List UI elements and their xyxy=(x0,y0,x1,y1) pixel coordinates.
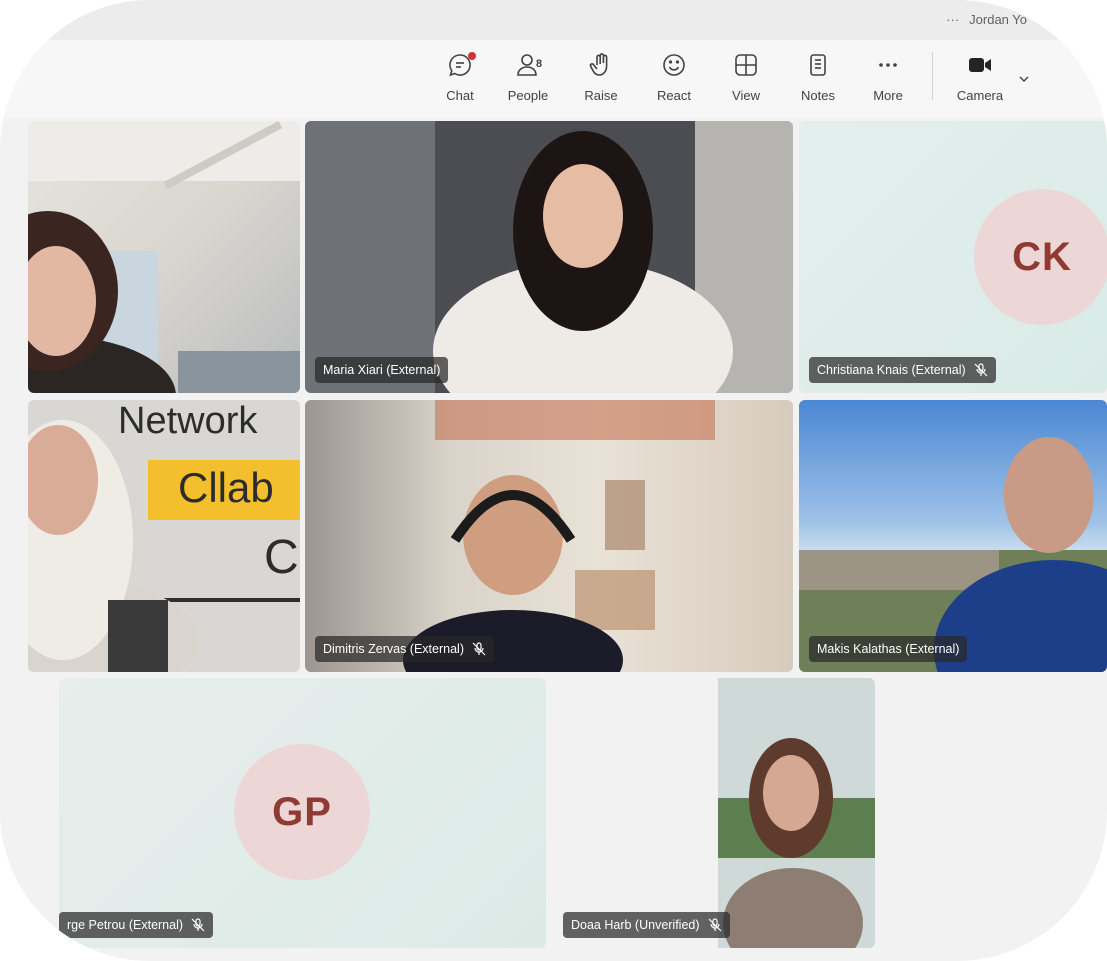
raise-hand-icon xyxy=(589,53,608,76)
participant-video-2 xyxy=(305,121,793,393)
participant-name: Dimitris Zervas (External) xyxy=(323,642,464,656)
participant-video-8 xyxy=(718,678,875,948)
participant-tile-1[interactable] xyxy=(28,121,300,393)
raise-hand-button[interactable]: Raise xyxy=(573,52,629,108)
smiley-icon xyxy=(663,54,685,76)
react-button[interactable]: React xyxy=(646,52,702,108)
background-text-collab: Cllab xyxy=(178,464,274,511)
participant-name: Maria Xiari (External) xyxy=(323,363,441,377)
participant-name: Christiana Knais (External) xyxy=(817,363,966,377)
camera-icon xyxy=(969,58,991,72)
more-button[interactable]: More xyxy=(860,52,916,108)
mic-off-icon xyxy=(708,918,721,932)
view-label: View xyxy=(732,88,760,103)
notes-icon xyxy=(810,54,826,76)
participant-name-tag: Dimitris Zervas (External) xyxy=(315,636,494,662)
participant-tile-2[interactable]: Maria Xiari (External) xyxy=(305,121,793,393)
people-count: 8 xyxy=(536,58,543,70)
participant-tile-3[interactable]: CK Christiana Knais (External) xyxy=(799,121,1107,393)
react-label: React xyxy=(657,88,691,103)
toolbar-divider xyxy=(932,52,933,100)
participant-tile-6[interactable]: Makis Kalathas (External) xyxy=(799,400,1107,672)
view-button[interactable]: View xyxy=(718,52,774,108)
notes-label: Notes xyxy=(801,88,835,103)
user-name[interactable]: Jordan Yo xyxy=(969,12,1027,27)
meeting-toolbar: Chat 8 People Raise React View Notes Mor… xyxy=(0,40,1107,118)
participant-tile-7[interactable]: GP rge Petrou (External) xyxy=(59,678,546,948)
participant-tile-5[interactable]: Dimitris Zervas (External) xyxy=(305,400,793,672)
avatar: CK xyxy=(974,189,1107,325)
chat-label: Chat xyxy=(446,88,474,103)
participant-name-tag: rge Petrou (External) xyxy=(59,912,214,938)
participant-video-1 xyxy=(28,121,300,393)
avatar: GP xyxy=(234,744,370,880)
participant-tile-8[interactable]: Doaa Harb (Unverified) xyxy=(553,678,875,948)
notes-button[interactable]: Notes xyxy=(790,52,846,108)
camera-label: Camera xyxy=(956,88,1004,103)
mic-off-icon xyxy=(191,918,205,932)
participant-name: Doaa Harb (Unverified) xyxy=(571,918,700,932)
more-dots-icon xyxy=(879,63,897,67)
participant-video-6 xyxy=(799,437,1107,672)
background-text-c: C xyxy=(264,531,299,584)
notification-dot xyxy=(468,52,476,60)
more-label: More xyxy=(873,88,903,103)
participant-tile-4[interactable]: Network Cllab C xyxy=(28,400,300,672)
participant-name-tag: Doaa Harb (Unverified) xyxy=(563,912,730,938)
people-button[interactable]: 8 People xyxy=(500,52,556,108)
participant-name-tag: Maria Xiari (External) xyxy=(315,357,449,383)
participant-name: Makis Kalathas (External) xyxy=(817,642,960,656)
participant-video-5 xyxy=(403,400,715,672)
more-options-icon[interactable]: ··· xyxy=(946,12,959,27)
user-area: ··· Jordan Yo xyxy=(946,12,1027,27)
meeting-window: ··· Jordan Yo Chat 8 People Raise React … xyxy=(0,0,1107,961)
title-bar: ··· Jordan Yo xyxy=(0,0,1107,41)
chat-button[interactable]: Chat xyxy=(432,52,488,108)
mic-off-icon xyxy=(974,363,988,377)
mic-off-icon xyxy=(472,642,486,656)
participant-name-tag: Christiana Knais (External) xyxy=(809,357,996,383)
grid-view-icon xyxy=(735,54,757,76)
raise-label: Raise xyxy=(584,88,618,103)
background-text-network: Network xyxy=(118,400,258,442)
participant-name-tag: Makis Kalathas (External) xyxy=(809,636,968,662)
people-label: People xyxy=(507,88,549,103)
chevron-down-icon[interactable] xyxy=(1017,72,1031,86)
camera-button[interactable]: Camera xyxy=(952,52,1008,108)
participant-name: rge Petrou (External) xyxy=(67,918,184,932)
